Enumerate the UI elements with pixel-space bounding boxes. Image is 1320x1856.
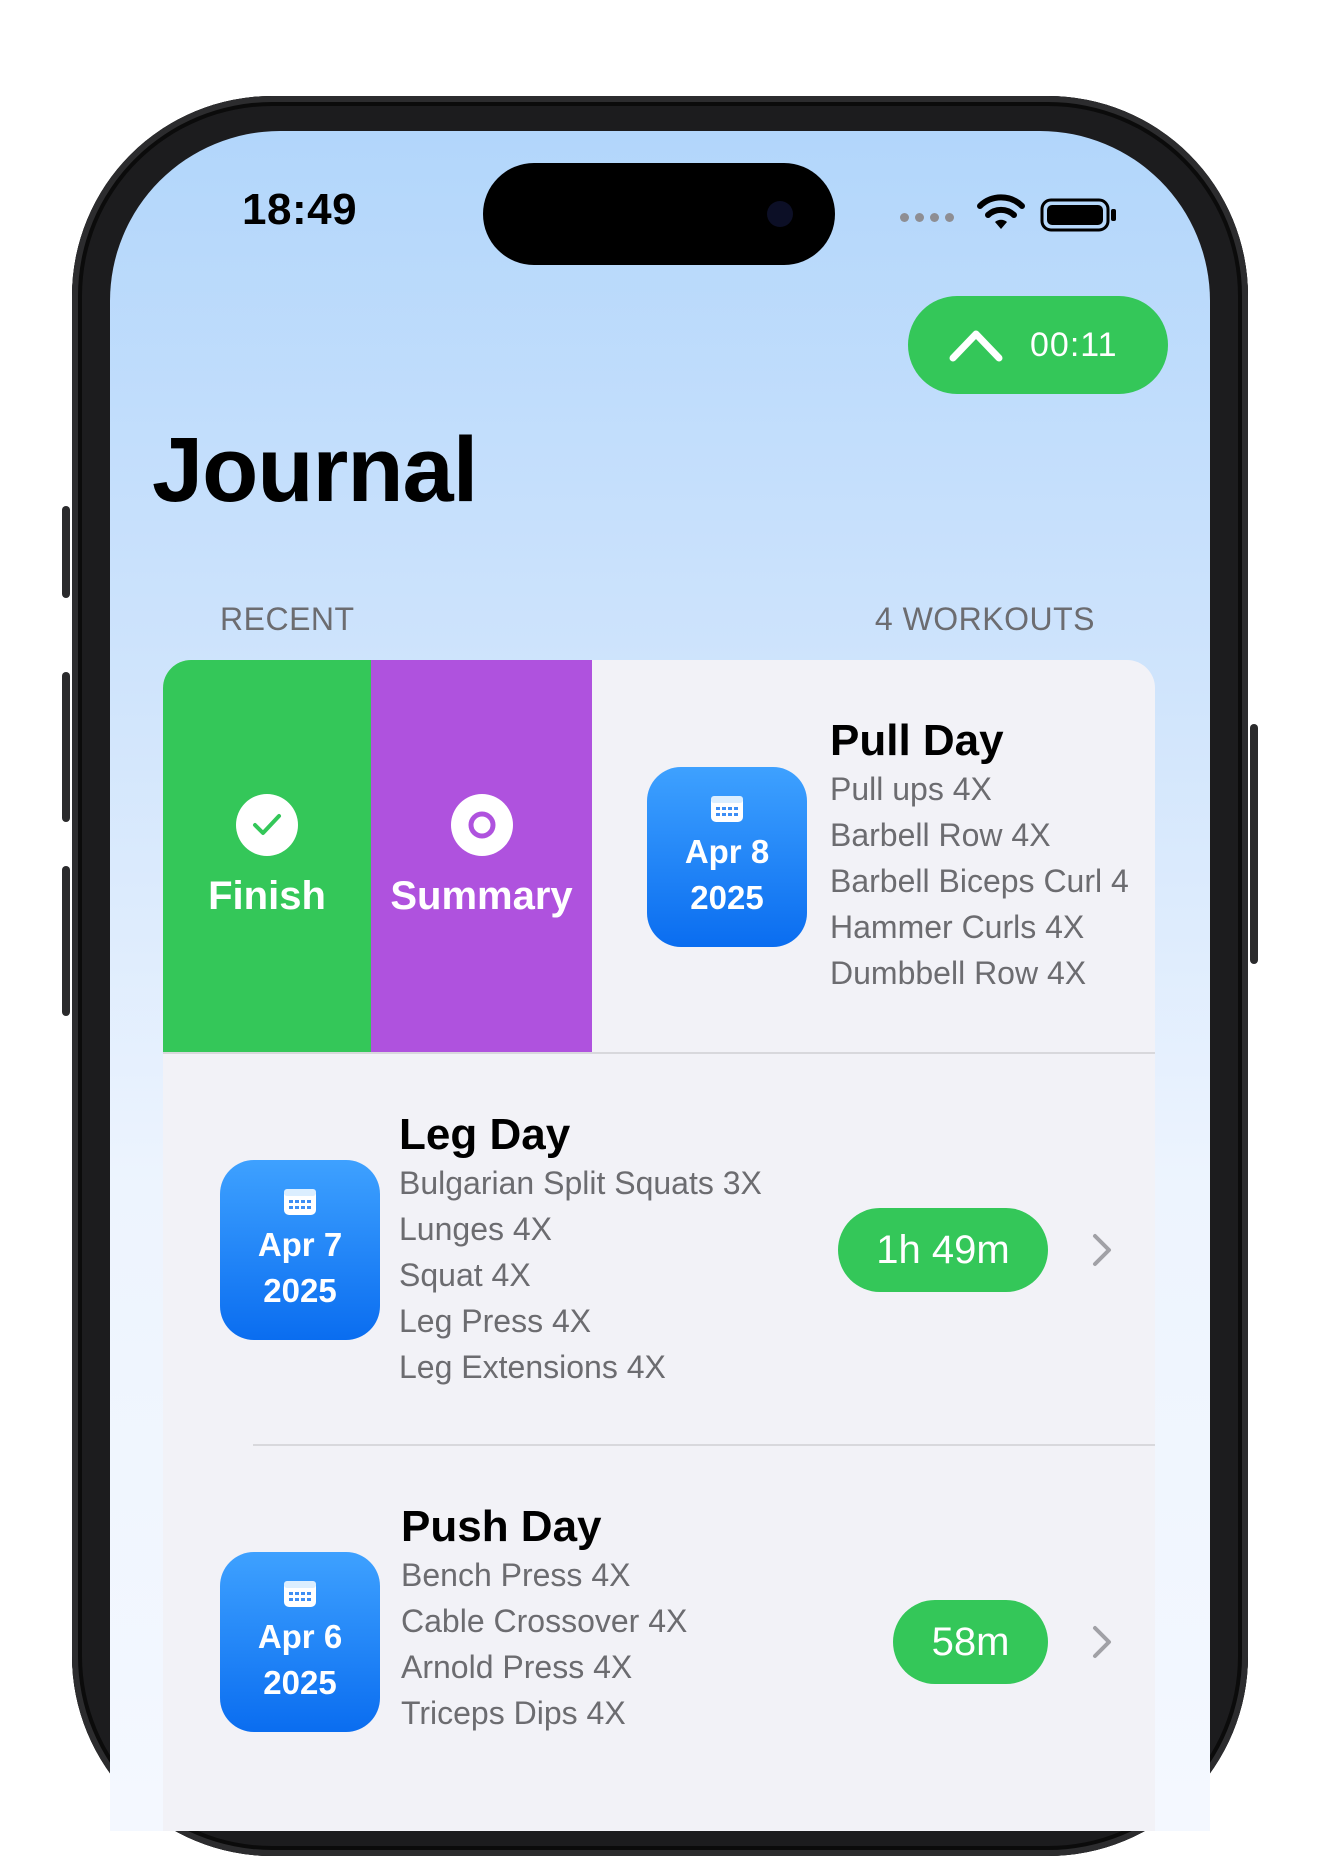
exercise-item: Bench Press 4X [401, 1557, 631, 1593]
battery-icon [1040, 198, 1116, 232]
exercise-item: Squat 4X [399, 1257, 531, 1293]
exercise-item: Hammer Curls 4X [830, 909, 1085, 945]
date-month-day: Apr 6 [257, 1618, 343, 1655]
exercise-list: Bulgarian Split Squats 3X Lunges 4X Squa… [399, 1160, 762, 1390]
volume-down-button [62, 866, 70, 1016]
date-year: 2025 [263, 1664, 337, 1701]
section-header-recent: RECENT [220, 601, 355, 637]
workout-title: Leg Day [399, 1110, 571, 1159]
camera-icon [767, 201, 793, 227]
exercise-item: Pull ups 4X [830, 771, 992, 807]
workout-timer-button[interactable]: 00:11 [908, 296, 1168, 394]
workout-title: Pull Day [830, 716, 1004, 765]
exercise-item: Lunges 4X [399, 1211, 553, 1247]
exercise-item: Triceps Dips 4X [401, 1695, 626, 1731]
chevron-up-icon [949, 330, 1003, 362]
duration-badge: 1h 49m [838, 1208, 1048, 1292]
calendar-icon [284, 1189, 316, 1215]
exercise-item: Bulgarian Split Squats 3X [399, 1165, 762, 1201]
cellular-signal-icon [900, 213, 954, 222]
exercise-list: Pull ups 4X Barbell Row 4X Barbell Bicep… [830, 766, 1129, 996]
workout-title: Push Day [401, 1502, 602, 1551]
exercise-item: Dumbbell Row 4X [830, 955, 1087, 991]
exercise-list: Bench Press 4X Cable Crossover 4X Arnold… [401, 1552, 687, 1736]
date-year: 2025 [690, 879, 764, 916]
date-year: 2025 [263, 1272, 337, 1309]
exercise-item: Barbell Biceps Curl 4 [830, 863, 1129, 899]
exercise-item: Cable Crossover 4X [401, 1603, 688, 1639]
dynamic-island [483, 163, 835, 265]
date-badge: Apr 6 2025 [220, 1552, 380, 1732]
screen: 18:49 00:11 Journal RECENT 4 WORKOUTS Fi… [110, 131, 1210, 1831]
date-month-day: Apr 7 [257, 1226, 343, 1263]
chevron-right-icon [1093, 1234, 1111, 1266]
page-title: Journal [152, 419, 478, 521]
power-button [1250, 724, 1258, 964]
date-badge: Apr 7 2025 [220, 1160, 380, 1340]
exercise-item: Barbell Row 4X [830, 817, 1051, 853]
workout-row[interactable]: Apr 7 2025 Leg Day Bulgarian Split Squat… [163, 1054, 1155, 1444]
volume-up-button [62, 672, 70, 822]
timer-text: 00:11 [1030, 325, 1118, 364]
workout-row[interactable]: Apr 6 2025 Push Day Bench Press 4X Cable… [163, 1446, 1155, 1831]
action-button [62, 506, 70, 598]
calendar-icon [284, 1581, 316, 1607]
workout-list: Finish Summary Apr 8 2025 Pull Day Pull … [163, 660, 1155, 1831]
exercise-item: Leg Press 4X [399, 1303, 592, 1339]
calendar-icon [711, 796, 743, 822]
date-badge: Apr 8 2025 [647, 767, 807, 947]
wifi-icon [977, 194, 1025, 229]
status-time: 18:49 [242, 185, 358, 234]
exercise-item: Leg Extensions 4X [399, 1349, 666, 1385]
date-month-day: Apr 8 [684, 833, 770, 870]
exercise-item: Arnold Press 4X [401, 1649, 633, 1685]
workout-count: 4 WORKOUTS [874, 601, 1095, 637]
duration-badge: 58m [893, 1600, 1048, 1684]
chevron-right-icon [1093, 1626, 1111, 1658]
workout-row[interactable]: Apr 8 2025 Pull Day Pull ups 4X Barbell … [163, 660, 1155, 1052]
